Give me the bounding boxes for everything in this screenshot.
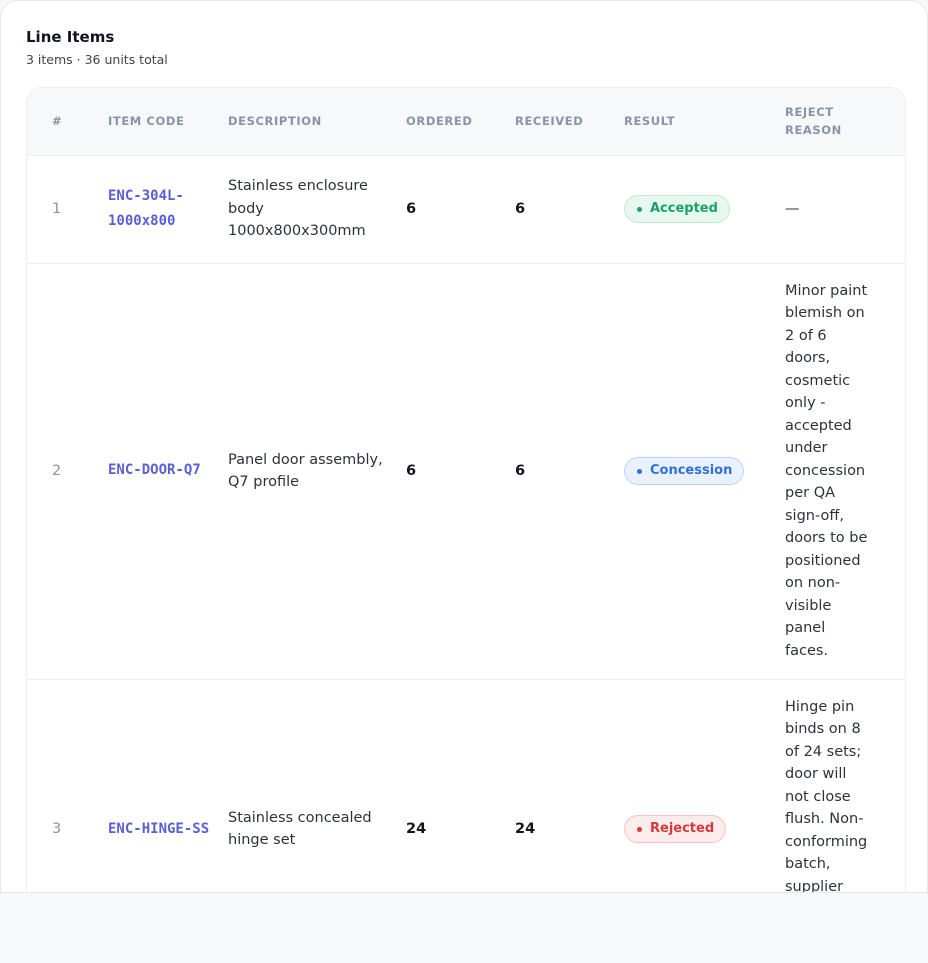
ordered-qty: 24 xyxy=(406,821,427,837)
line-items-table: # ITEM CODE DESCRIPTION ORDERED RECEIVED… xyxy=(26,87,906,893)
row-number: 1 xyxy=(52,200,62,217)
received-qty: 6 xyxy=(515,462,526,479)
table-row[interactable]: 3 ENC-HINGE-SS Stainless concealed hinge… xyxy=(27,679,905,893)
table-row[interactable]: 2 ENC-DOOR-Q7 Panel door assembly, Q7 pr… xyxy=(27,263,905,679)
status-label: Concession xyxy=(650,462,733,478)
reject-reason: — xyxy=(785,200,800,217)
column-header-description[interactable]: DESCRIPTION xyxy=(228,88,406,155)
result-cell: Accepted xyxy=(624,155,785,263)
row-number: 2 xyxy=(52,462,62,479)
status-dot-icon xyxy=(637,826,642,832)
item-code[interactable]: ENC-304L-1000x800 xyxy=(108,155,228,263)
table-row[interactable]: 1 ENC-304L-1000x800 Stainless enclosure … xyxy=(27,155,905,263)
status-badge-rejected: Rejected xyxy=(624,815,727,844)
item-code[interactable]: ENC-DOOR-Q7 xyxy=(108,263,228,679)
row-number: 3 xyxy=(52,821,62,837)
line-items-card: Line Items 3 items · 36 units total # IT… xyxy=(0,0,928,893)
reject-reason: Minor paint blemish on 2 of 6 doors, cos… xyxy=(785,282,868,659)
column-header-result[interactable]: RESULT xyxy=(624,88,785,155)
status-label: Rejected xyxy=(650,821,715,836)
item-description: Stainless enclosure body 1000x800x300mm xyxy=(228,178,368,240)
result-cell: Rejected xyxy=(624,679,785,892)
column-header-received[interactable]: RECEIVED xyxy=(515,88,624,155)
result-cell: Concession xyxy=(624,263,785,679)
item-code[interactable]: ENC-HINGE-SS xyxy=(108,679,228,892)
column-header-ordered[interactable]: ORDERED xyxy=(406,88,515,155)
ordered-qty: 6 xyxy=(406,200,417,217)
section-title: Line Items xyxy=(26,28,115,46)
received-qty: 6 xyxy=(515,200,526,217)
column-header-number[interactable]: # xyxy=(27,88,108,155)
card-header: Line Items 3 items · 36 units total xyxy=(26,27,168,68)
status-label: Accepted xyxy=(650,200,718,216)
item-description: Panel door assembly, Q7 profile xyxy=(228,451,383,491)
section-summary: 3 items · 36 units total xyxy=(26,52,168,67)
table-header-row: # ITEM CODE DESCRIPTION ORDERED RECEIVED… xyxy=(27,88,905,155)
column-header-item-code[interactable]: ITEM CODE xyxy=(108,88,228,155)
item-description: Stainless concealed hinge set xyxy=(228,809,372,849)
received-qty: 24 xyxy=(515,821,536,837)
status-dot-icon xyxy=(637,468,642,474)
reject-reason: Hinge pin binds on 8 of 24 sets; door wi… xyxy=(785,698,868,893)
status-dot-icon xyxy=(637,206,642,212)
status-badge-accepted: Accepted xyxy=(624,195,730,223)
status-badge-concession: Concession xyxy=(624,457,745,485)
ordered-qty: 6 xyxy=(406,462,417,479)
column-header-reject-reason[interactable]: REJECT REASON xyxy=(785,88,905,155)
